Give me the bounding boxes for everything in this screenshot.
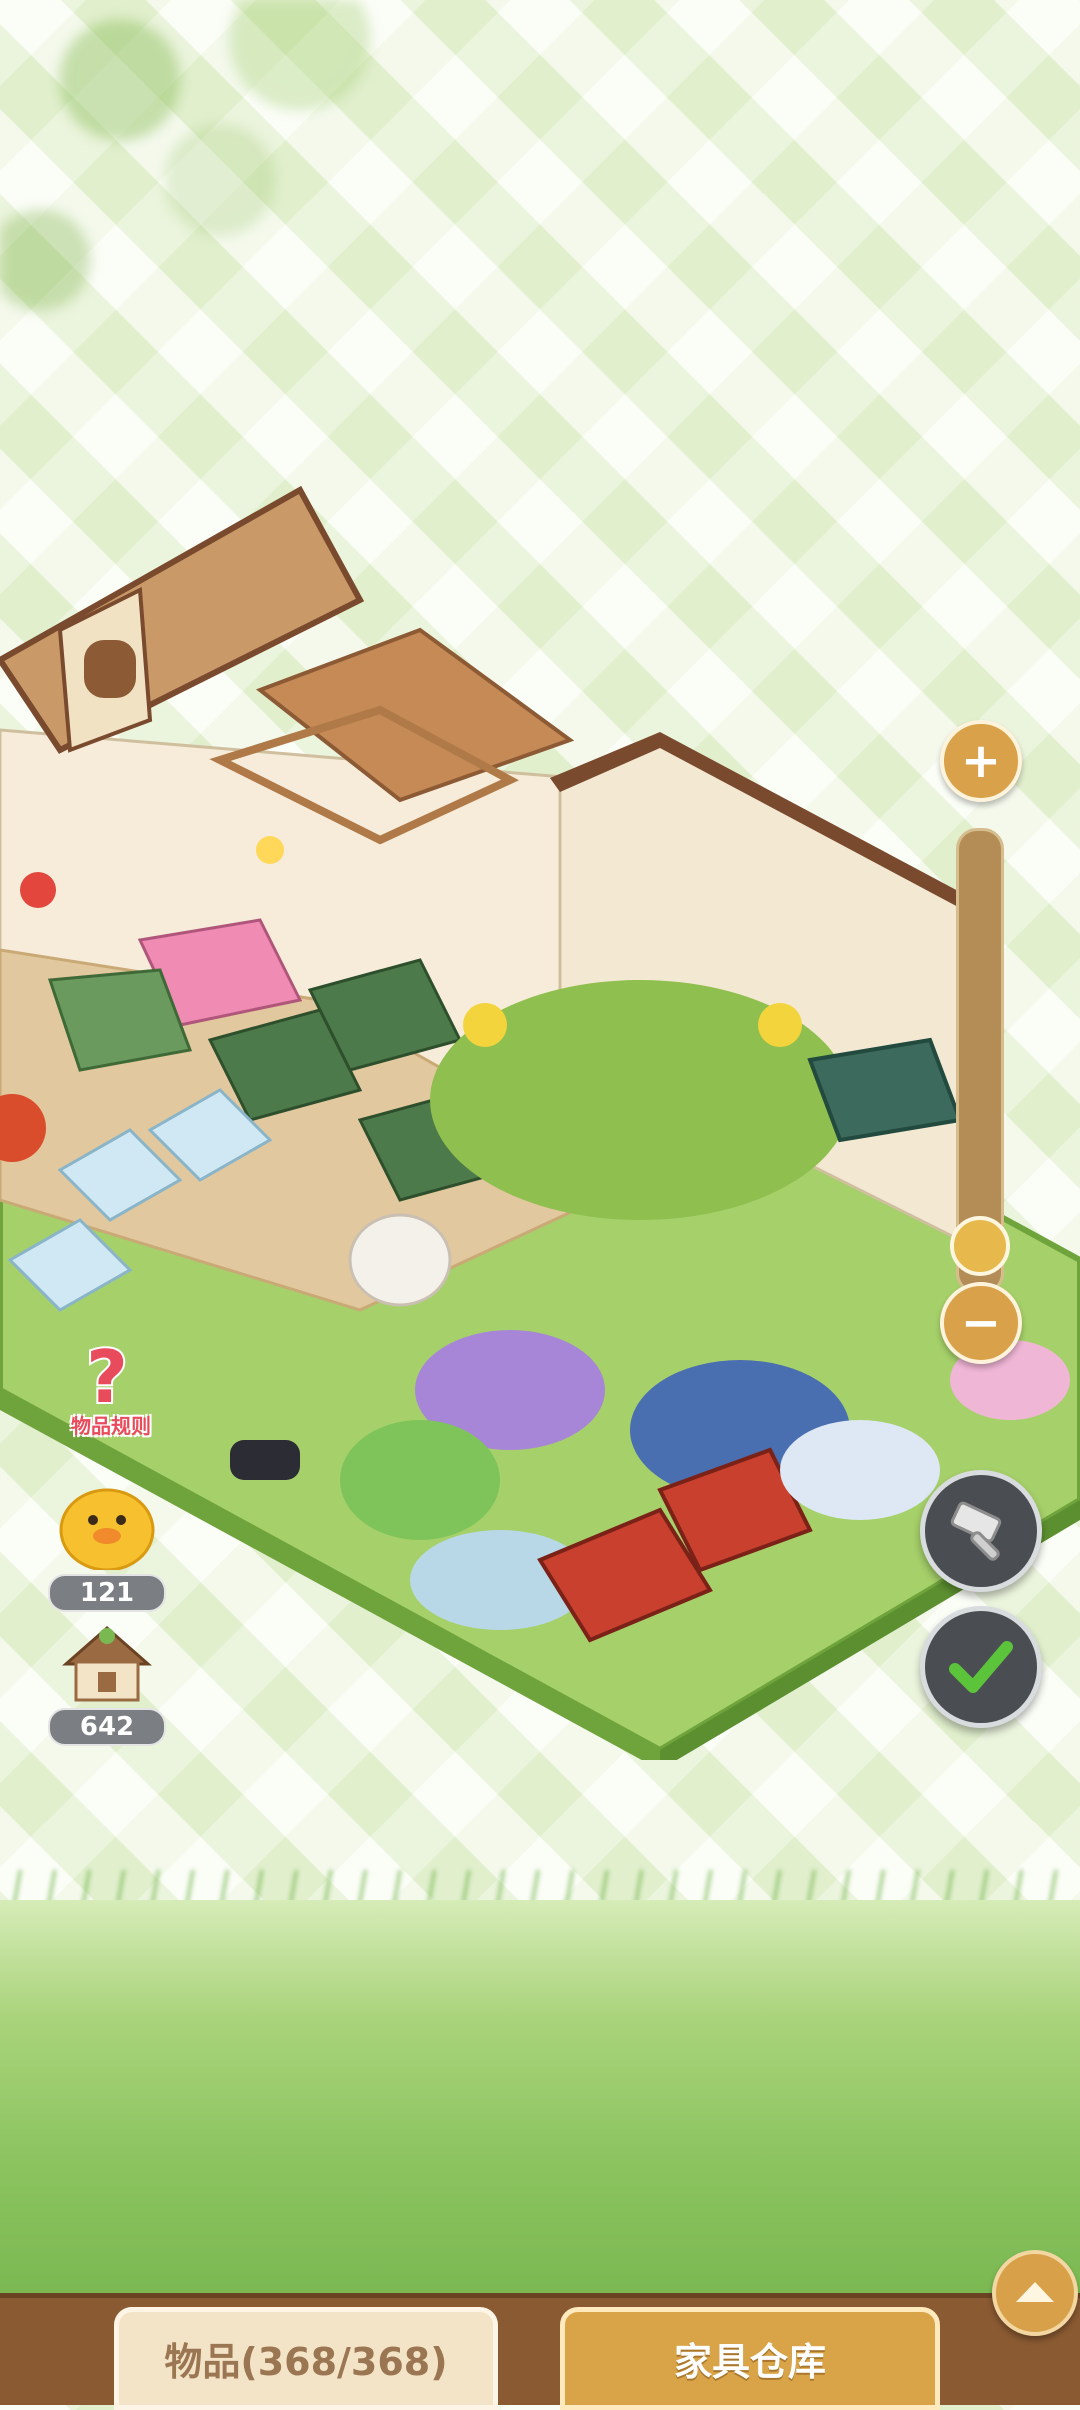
items-tab[interactable]: 物品(368/368) <box>114 2307 498 2410</box>
zoom-slider-knob[interactable] <box>950 1216 1010 1276</box>
leaf-decoration <box>0 0 560 420</box>
flower-fountain <box>780 1420 940 1520</box>
teddy-bear <box>348 1213 452 1307</box>
duck-count: 121 <box>48 1574 166 1612</box>
pavilion <box>807 1037 963 1143</box>
help-button[interactable]: ? <box>52 1333 162 1421</box>
confirm-button[interactable] <box>920 1606 1042 1728</box>
duck-icon <box>59 1488 155 1572</box>
question-mark-icon: ? <box>84 1333 130 1421</box>
attic-window <box>84 640 136 698</box>
collapse-button[interactable] <box>992 2250 1078 2336</box>
yellow-balloon <box>463 1003 507 1047</box>
minus-icon: − <box>960 1295 1002 1351</box>
grass-field <box>0 1900 1080 2300</box>
black-car <box>230 1440 300 1480</box>
chevron-up-icon <box>1016 2282 1054 2302</box>
zoom-in-button[interactable]: + <box>940 720 1022 802</box>
hammer-button[interactable] <box>920 1470 1042 1592</box>
willow-tree <box>340 1420 500 1540</box>
furniture-warehouse-tab[interactable]: 家具仓库 <box>560 2307 940 2410</box>
house-counter: 642 <box>48 1622 166 1746</box>
yellow-balloon-2 <box>758 1003 802 1047</box>
hammer-icon <box>950 1501 1002 1561</box>
item-rules-label[interactable]: 物品规则 <box>56 1410 166 1439</box>
lamp <box>256 836 284 864</box>
house-count: 642 <box>48 1708 166 1746</box>
duck-counter: 121 <box>48 1482 166 1612</box>
zoom-out-button[interactable]: − <box>940 1282 1022 1364</box>
house-icon <box>62 1626 152 1702</box>
plus-icon: + <box>960 733 1002 789</box>
svg-text:?: ? <box>86 1336 128 1416</box>
wall-mushroom <box>20 872 56 908</box>
checkmark-icon <box>949 1641 1013 1693</box>
